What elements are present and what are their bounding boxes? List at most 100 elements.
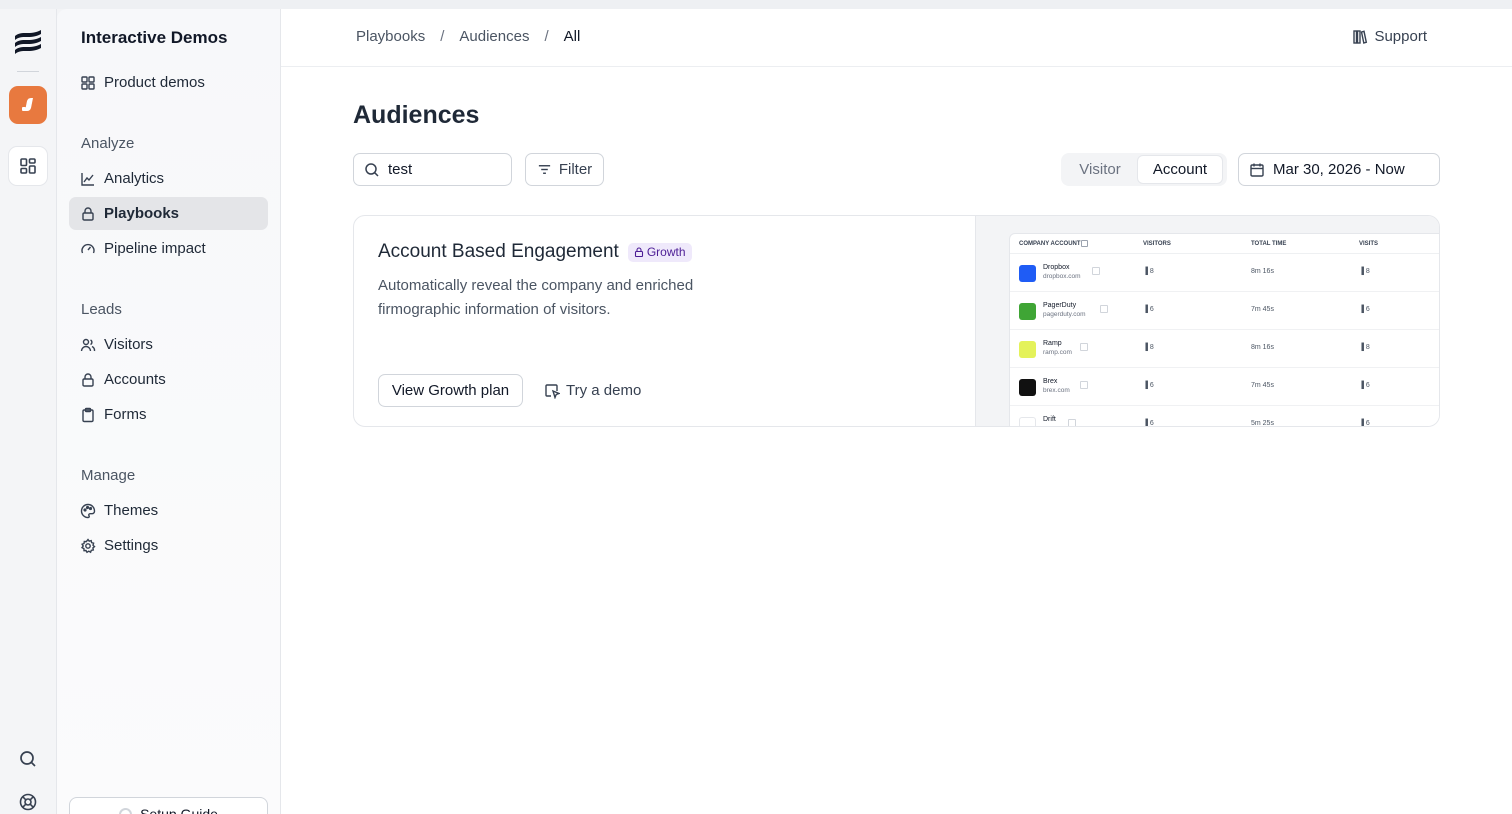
- preview-col-total-time: TOTAL TIME: [1251, 241, 1287, 247]
- info-icon: [1081, 240, 1088, 247]
- support-link[interactable]: Support: [1352, 28, 1427, 45]
- progress-ring-icon: [119, 807, 133, 814]
- book-icon: [1353, 29, 1368, 44]
- sidebar-item-settings[interactable]: Settings: [69, 529, 268, 562]
- gauge-icon: [81, 243, 95, 253]
- sidebar-item-label: Visitors: [104, 336, 153, 353]
- breadcrumb-playbooks[interactable]: Playbooks: [356, 28, 425, 45]
- company-name: Brex: [1043, 378, 1058, 385]
- app-root: Interactive Demos Product demos Analyze …: [0, 0, 1512, 814]
- copy-icon: [1092, 267, 1100, 275]
- visitor-account-toggle: Visitor Account: [1061, 153, 1227, 186]
- sidebar-item-product-demos[interactable]: Product demos: [69, 66, 268, 99]
- rail-divider: [17, 71, 39, 72]
- top-strip: [0, 0, 1512, 9]
- company-logo-icon: [1019, 417, 1036, 426]
- copy-icon: [1080, 381, 1088, 389]
- preview-cell-time: 7m 45s: [1251, 382, 1274, 389]
- card-title: Account Based Engagement Growth: [378, 241, 692, 263]
- copy-icon: [1100, 305, 1108, 313]
- help-icon[interactable]: [18, 792, 38, 812]
- sidebar-title: Interactive Demos: [81, 28, 228, 47]
- breadcrumb: Playbooks / Audiences / All: [356, 28, 580, 45]
- company-name: Ramp: [1043, 340, 1062, 347]
- preview-cell-visits: ▐ 6: [1359, 306, 1370, 313]
- breadcrumb-separator: /: [440, 28, 445, 45]
- breadcrumb-current: All: [563, 28, 581, 45]
- preview-col-visits: VISITS: [1359, 241, 1379, 247]
- preview-cell-visits: ▐ 6: [1359, 420, 1370, 427]
- plan-badge-label: Growth: [646, 245, 686, 259]
- search-value: test: [388, 161, 413, 178]
- filter-button[interactable]: Filter: [525, 153, 604, 186]
- search-icon: [365, 162, 379, 177]
- app-icon[interactable]: [9, 86, 47, 124]
- playbook-card: Account Based Engagement Growth Automati…: [353, 215, 1440, 427]
- company-logo-icon: [1019, 341, 1036, 358]
- company-logo-icon: [1019, 265, 1036, 282]
- breadcrumb-separator: /: [544, 28, 549, 45]
- preview-cell-time: 7m 45s: [1251, 306, 1274, 313]
- sidebar: Interactive Demos Product demos Analyze …: [57, 9, 281, 814]
- date-range-picker[interactable]: Mar 30, 2026 - Now: [1238, 153, 1440, 186]
- search-icon[interactable]: [18, 749, 38, 769]
- preview-cell-time: 8m 16s: [1251, 268, 1274, 275]
- company-name: Dropbox: [1043, 264, 1070, 271]
- company-domain: dropbox.com: [1043, 273, 1081, 280]
- setup-guide-label: Setup Guide: [140, 806, 218, 814]
- clipboard-icon: [82, 407, 94, 422]
- sidebar-item-themes[interactable]: Themes: [69, 494, 268, 527]
- main-content: Playbooks / Audiences / All Support Audi…: [281, 9, 1512, 814]
- company-domain: pagerduty.com: [1043, 311, 1086, 318]
- preview-cell-visits: ▐ 8: [1359, 344, 1370, 351]
- search-input[interactable]: test: [353, 153, 512, 186]
- breadcrumb-audiences[interactable]: Audiences: [459, 28, 529, 45]
- preview-cell-visitors: ▐ 6: [1143, 306, 1154, 313]
- view-growth-plan-button[interactable]: View Growth plan: [378, 374, 523, 407]
- grid-icon: [81, 75, 95, 90]
- preview-col-company: COMPANY ACCOUNT: [1019, 241, 1081, 247]
- palette-icon: [80, 503, 96, 518]
- sidebar-item-analytics[interactable]: Analytics: [69, 162, 268, 195]
- sidebar-item-label: Analytics: [104, 170, 165, 187]
- sidebar-item-accounts[interactable]: Accounts: [69, 363, 268, 396]
- copy-icon: [1080, 343, 1088, 351]
- toggle-visitor[interactable]: Visitor: [1063, 155, 1137, 184]
- chart-line-icon: [81, 172, 94, 186]
- lock-icon: [82, 372, 94, 387]
- company-domain: brex.com: [1043, 387, 1070, 394]
- setup-guide-button[interactable]: Setup Guide: [69, 797, 268, 814]
- sidebar-item-forms[interactable]: Forms: [69, 398, 268, 431]
- filter-icon: [538, 165, 550, 174]
- company-domain: ramp.com: [1043, 349, 1072, 356]
- sidebar-item-label: Accounts: [104, 371, 166, 388]
- try-demo-button[interactable]: Try a demo: [544, 374, 641, 407]
- preview-table: COMPANY ACCOUNT VISITORS TOTAL TIME VISI…: [1009, 233, 1439, 427]
- page-title: Audiences: [353, 101, 480, 129]
- card-description: Automatically reveal the company and enr…: [378, 277, 694, 318]
- support-label: Support: [1374, 28, 1427, 45]
- preview-col-visitors: VISITORS: [1143, 241, 1171, 247]
- sidebar-section-analyze: Analyze: [81, 135, 135, 152]
- toggle-account[interactable]: Account: [1137, 155, 1223, 184]
- sidebar-item-playbooks[interactable]: Playbooks: [69, 197, 268, 230]
- preview-cell-visits: ▐ 8: [1359, 268, 1370, 275]
- preview-row: Dropbox dropbox.com ▐ 8 8m 16s ▐ 8: [1010, 254, 1439, 292]
- calendar-icon: [1250, 163, 1264, 177]
- grid-icon[interactable]: [8, 146, 48, 186]
- company-name: Drift: [1043, 416, 1056, 423]
- users-icon: [80, 338, 96, 351]
- sidebar-item-pipeline-impact[interactable]: Pipeline impact: [69, 232, 268, 265]
- preview-cell-visitors: ▐ 6: [1143, 382, 1154, 389]
- preview-row: Brex brex.com ▐ 6 7m 45s ▐ 6: [1010, 368, 1439, 406]
- top-bar: Playbooks / Audiences / All Support: [281, 9, 1512, 67]
- sidebar-item-visitors[interactable]: Visitors: [69, 328, 268, 361]
- preview-cell-time: 5m 25s: [1251, 420, 1274, 427]
- preview-row: Ramp ramp.com ▐ 8 8m 16s ▐ 8: [1010, 330, 1439, 368]
- preview-cell-visits: ▐ 6: [1359, 382, 1370, 389]
- card-title-text: Account Based Engagement: [378, 241, 619, 262]
- preview-cell-time: 8m 16s: [1251, 344, 1274, 351]
- copy-icon: [1068, 419, 1076, 426]
- sidebar-item-label: Themes: [104, 502, 159, 519]
- brand-logo-icon[interactable]: [12, 27, 44, 55]
